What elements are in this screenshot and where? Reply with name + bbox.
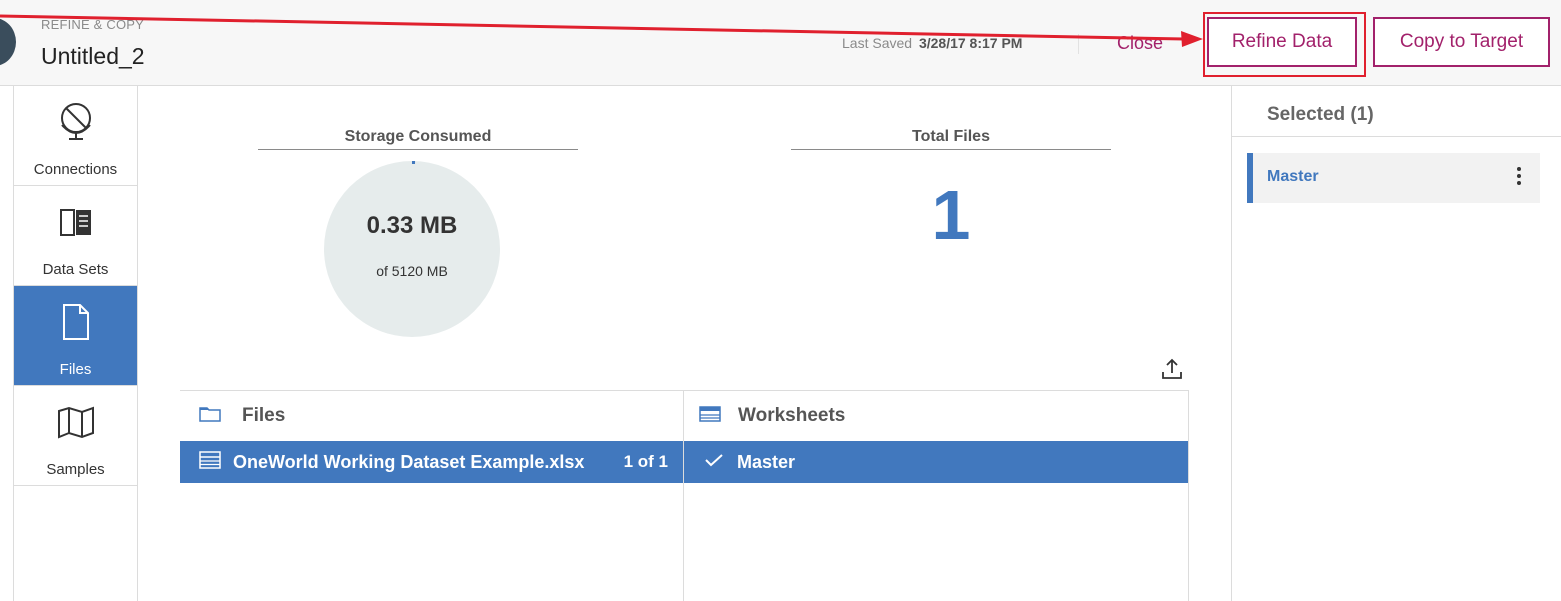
nav-item-data-sets[interactable]: Data Sets <box>14 186 137 286</box>
worksheet-name: Master <box>737 451 796 472</box>
total-files-value: 1 <box>931 176 971 254</box>
storage-capacity: of 5120 MB <box>376 263 448 279</box>
spreadsheet-icon <box>199 450 221 474</box>
upload-icon[interactable] <box>1161 358 1183 385</box>
file-name: OneWorld Working Dataset Example.xlsx <box>233 451 585 472</box>
storage-donut-track <box>324 161 500 337</box>
nav-label-connections: Connections <box>33 161 118 178</box>
storage-value: 0.33 MB <box>366 212 458 239</box>
selected-panel-header: Selected (1) <box>1232 86 1561 137</box>
more-options-icon[interactable] <box>1514 167 1524 189</box>
worksheets-panel-title: Worksheets <box>738 405 846 426</box>
file-row[interactable]: OneWorld Working Dataset Example.xlsx 1 … <box>180 441 683 483</box>
book-icon <box>59 200 93 244</box>
worksheet-row[interactable]: Master <box>684 441 1188 483</box>
selected-item[interactable]: Master <box>1247 153 1540 203</box>
folder-icon <box>199 406 221 427</box>
total-files-title: Total Files <box>912 128 990 145</box>
table-icon <box>699 405 721 427</box>
files-panel: Files OneWorld Working Dataset Example.x… <box>180 391 684 601</box>
nav-item-samples[interactable]: Samples <box>14 386 137 486</box>
nav-label-data-sets: Data Sets <box>42 261 109 278</box>
selected-panel: Selected (1) Master <box>1231 86 1561 601</box>
files-panel-title: Files <box>242 405 286 426</box>
nav-item-files[interactable]: Files <box>14 286 137 386</box>
selected-item-label: Master <box>1267 168 1319 185</box>
storage-donut-chart <box>324 161 500 337</box>
file-icon <box>61 300 91 344</box>
nav-label-files: Files <box>59 361 92 378</box>
selected-panel-title: Selected (1) <box>1267 104 1374 125</box>
worksheets-panel-header: Worksheets <box>684 391 1188 441</box>
nav-item-connections[interactable]: Connections <box>14 86 137 186</box>
annotation-arrow <box>0 14 1203 47</box>
total-files-title-rule <box>791 149 1111 150</box>
file-count: 1 of 1 <box>623 452 668 471</box>
globe-icon <box>58 100 94 144</box>
checkmark-icon <box>705 453 723 472</box>
nav-label-samples: Samples <box>46 461 105 478</box>
page: REFINE & COPY Untitled_2 Last Saved 3/28… <box>0 0 1561 601</box>
storage-consumed-title: Storage Consumed <box>344 128 492 145</box>
worksheets-panel: Worksheets Master <box>684 391 1189 601</box>
files-worksheets-panels: Files OneWorld Working Dataset Example.x… <box>180 390 1189 601</box>
storage-title-rule <box>258 149 578 150</box>
left-nav: Connections Data Sets Files Samples <box>13 86 138 601</box>
files-panel-header: Files <box>180 391 683 441</box>
map-icon <box>57 400 95 444</box>
